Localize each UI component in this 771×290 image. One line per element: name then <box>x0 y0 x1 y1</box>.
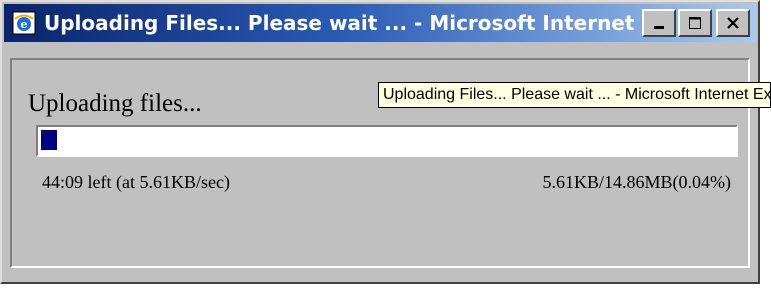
size-progress-text: 5.61KB/14.86MB(0.04%) <box>542 172 732 192</box>
svg-text:e: e <box>21 18 28 31</box>
title-bar[interactable]: e Uploading Files... Please wait ... - M… <box>4 4 756 42</box>
time-left-text: 44:09 left (at 5.61KB/sec) <box>42 172 230 192</box>
window-title: Uploading Files... Please wait ... - Mic… <box>44 11 640 35</box>
upload-heading: Uploading files... <box>28 90 202 117</box>
minimize-button[interactable] <box>642 9 676 37</box>
minimize-icon <box>654 26 664 29</box>
maximize-button[interactable] <box>678 9 712 37</box>
window-controls <box>640 9 750 37</box>
ie-icon: e <box>12 11 36 35</box>
progress-fill <box>41 130 57 150</box>
title-tooltip: Uploading Files... Please wait ... - Mic… <box>378 82 771 108</box>
close-icon <box>727 17 739 29</box>
upload-progress-bar <box>36 125 738 157</box>
maximize-icon <box>689 17 701 29</box>
close-button[interactable] <box>716 9 750 37</box>
